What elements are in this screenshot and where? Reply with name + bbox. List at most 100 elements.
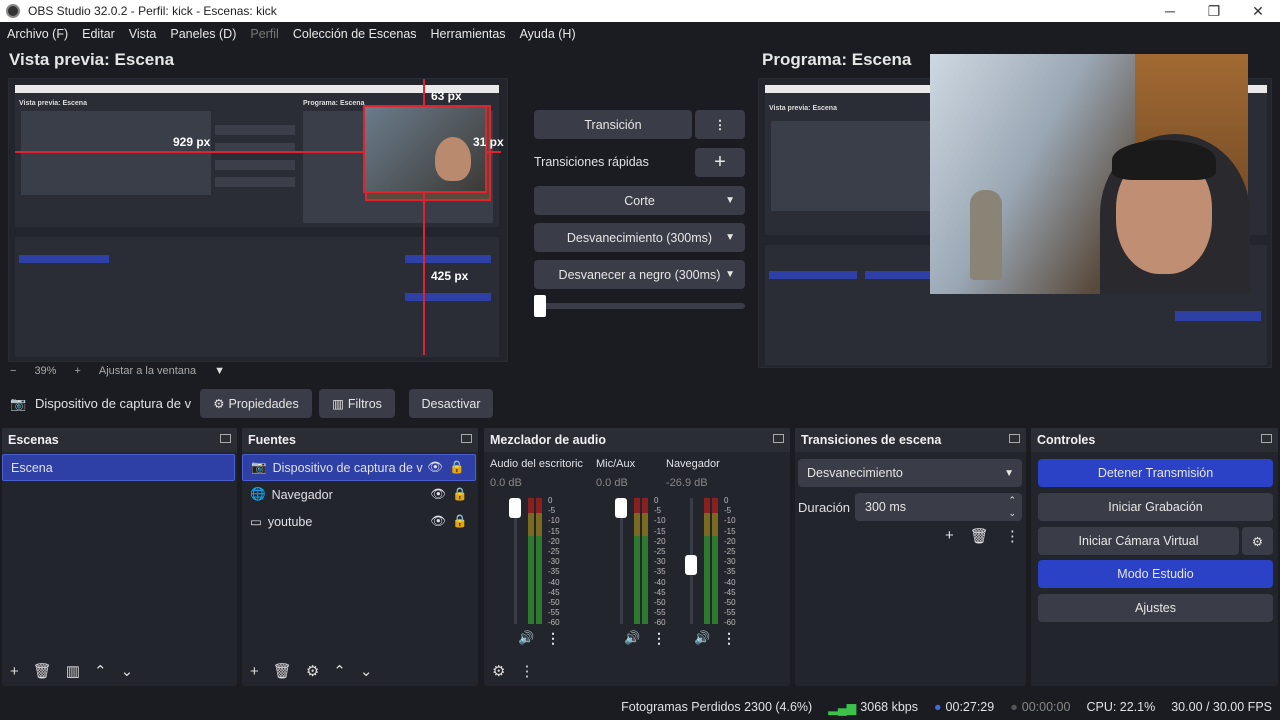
measure-right: 31 px bbox=[473, 135, 504, 149]
quick-transition-2[interactable]: Desvanecer a negro (300ms) ▼ bbox=[534, 260, 745, 289]
transition-select[interactable]: Desvanecimiento ▼ bbox=[798, 459, 1022, 487]
program-title: Programa: Escena bbox=[762, 50, 912, 69]
meter-tick: 0 bbox=[724, 496, 729, 505]
filters-button[interactable]: ▥ Filtros bbox=[319, 389, 395, 418]
undock-icon[interactable] bbox=[220, 434, 231, 443]
undock-icon[interactable] bbox=[1261, 434, 1272, 443]
quick-transition-1[interactable]: Desvanecimiento (300ms) ▼ bbox=[534, 223, 745, 252]
scene-filter-icon[interactable]: ▥ bbox=[66, 662, 80, 680]
volume-slider-handle[interactable] bbox=[615, 498, 627, 518]
menu-paneles[interactable]: Paneles (D) bbox=[170, 27, 236, 41]
meter-tick: -5 bbox=[548, 506, 556, 516]
guide-horizontal-left bbox=[15, 151, 363, 153]
fit-window-dropdown[interactable]: Ajustar a la ventana bbox=[99, 365, 196, 377]
lock-icon[interactable]: 🔒 bbox=[452, 514, 468, 529]
speaker-icon[interactable]: 🔊 bbox=[624, 630, 640, 646]
chevron-down-icon: ▼ bbox=[725, 269, 735, 280]
source-item[interactable]: 🌐 Navegador 👁 🔒 bbox=[242, 481, 478, 508]
meter-tick: -25 bbox=[548, 547, 560, 557]
duration-spinbox[interactable]: 300 ms ⌃ ⌄ bbox=[855, 493, 1022, 521]
menu-ayuda[interactable]: Ayuda (H) bbox=[520, 27, 576, 41]
tbar-slider[interactable] bbox=[534, 295, 745, 317]
source-item[interactable]: ▭ youtube 👁 🔒 bbox=[242, 508, 478, 535]
level-meter-right bbox=[712, 498, 718, 624]
zoom-out-button[interactable]: − bbox=[10, 365, 16, 377]
eye-icon[interactable]: 👁 bbox=[430, 514, 446, 529]
window-title: OBS Studio 32.0.2 - Perfil: kick - Escen… bbox=[28, 4, 277, 18]
studio-mode-button[interactable]: Modo Estudio bbox=[1038, 560, 1273, 588]
tbar-handle[interactable] bbox=[534, 295, 546, 317]
source-item[interactable]: 📷 Dispositivo de captura de v 👁 🔒 bbox=[242, 454, 476, 481]
stop-stream-button[interactable]: Detener Transmisión bbox=[1038, 459, 1273, 487]
advanced-audio-icon[interactable]: ⚙ bbox=[492, 662, 505, 680]
lock-icon[interactable]: 🔒 bbox=[452, 487, 468, 502]
eye-icon[interactable]: 👁 bbox=[430, 487, 446, 502]
arrow-down-icon[interactable]: ⌄ bbox=[360, 662, 373, 680]
measure-bottom: 425 px bbox=[431, 269, 469, 283]
speaker-icon[interactable]: 🔊 bbox=[694, 630, 710, 646]
selected-source-bbox[interactable] bbox=[363, 105, 487, 193]
undock-icon[interactable] bbox=[461, 434, 472, 443]
quick-transitions-label: Transiciones rápidas bbox=[534, 155, 649, 169]
close-icon[interactable]: ✕ bbox=[1236, 3, 1280, 20]
menu-editar[interactable]: Editar bbox=[82, 27, 115, 41]
transition-button[interactable]: Transición bbox=[534, 110, 692, 139]
mixer-dock-header: Mezclador de audio bbox=[484, 428, 790, 452]
eye-icon[interactable]: 👁 bbox=[427, 460, 443, 475]
chevron-down-icon[interactable]: ▼ bbox=[214, 365, 225, 377]
transition-menu-icon[interactable]: ⋮ bbox=[695, 110, 745, 139]
gear-icon[interactable]: ⚙ bbox=[1242, 527, 1273, 555]
arrow-down-icon[interactable]: ⌄ bbox=[121, 662, 134, 680]
trash-icon[interactable]: 🗑 bbox=[33, 662, 52, 680]
chevron-down-icon: ▼ bbox=[725, 232, 735, 243]
preview-title: Vista previa: Escena bbox=[9, 50, 175, 69]
menu-archivo[interactable]: Archivo (F) bbox=[7, 27, 68, 41]
arrow-up-icon[interactable]: ⌃ bbox=[94, 662, 107, 680]
preview-canvas[interactable]: Vista previa: Escena Programa: Escena 63… bbox=[8, 78, 508, 362]
add-icon[interactable]: + bbox=[250, 663, 259, 680]
chevron-down-icon: ▼ bbox=[1004, 467, 1014, 479]
virtual-cam-button[interactable]: Iniciar Cámara Virtual bbox=[1038, 527, 1239, 555]
deactivate-button[interactable]: Desactivar bbox=[409, 389, 493, 418]
trash-icon[interactable]: 🗑 bbox=[970, 527, 989, 545]
volume-slider-handle[interactable] bbox=[509, 498, 521, 518]
add-icon[interactable]: + bbox=[945, 527, 954, 545]
scene-item[interactable]: Escena bbox=[2, 454, 235, 481]
add-quick-transition-button[interactable]: + bbox=[695, 148, 745, 177]
zoom-in-button[interactable]: + bbox=[74, 365, 80, 377]
source-toolbar: 📷 Dispositivo de captura de v ⚙ Propiedad… bbox=[0, 388, 1280, 420]
channel-db: 0.0 dB bbox=[596, 477, 628, 489]
undock-icon[interactable] bbox=[1009, 434, 1020, 443]
menu-vista[interactable]: Vista bbox=[129, 27, 157, 41]
start-record-button[interactable]: Iniciar Grabación bbox=[1038, 493, 1273, 521]
quick-transition-0[interactable]: Corte ▼ bbox=[534, 186, 745, 215]
selected-source-name: Dispositivo de captura de v bbox=[35, 396, 192, 411]
menu-dots-icon[interactable]: ⋮ bbox=[722, 630, 736, 647]
lock-icon[interactable]: 🔒 bbox=[449, 460, 465, 475]
minimize-icon[interactable]: ─ bbox=[1148, 3, 1192, 20]
menu-dots-icon[interactable]: ⋮ bbox=[519, 662, 534, 680]
meter-tick: -50 bbox=[548, 598, 560, 608]
speaker-icon[interactable]: 🔊 bbox=[518, 630, 534, 646]
level-meter-left bbox=[634, 498, 640, 624]
properties-button[interactable]: ⚙ Propiedades bbox=[200, 389, 312, 418]
transition-tools: + 🗑 ⋮ bbox=[945, 527, 1020, 545]
undock-icon[interactable] bbox=[773, 434, 784, 443]
gear-icon[interactable]: ⚙ bbox=[306, 662, 319, 680]
arrow-up-icon[interactable]: ⌃ bbox=[333, 662, 346, 680]
menu-perfil[interactable]: Perfil bbox=[250, 27, 278, 41]
add-icon[interactable]: + bbox=[10, 663, 19, 680]
meter-tick: -10 bbox=[724, 516, 736, 526]
menu-coleccion[interactable]: Colección de Escenas bbox=[293, 27, 417, 41]
mixer-channel: Navegador -26.9 dB 0 -5 -10 -15 -20 -25 -30 -35 -4… bbox=[664, 458, 764, 658]
settings-button[interactable]: Ajustes bbox=[1038, 594, 1273, 622]
menu-dots-icon[interactable]: ⋮ bbox=[1005, 527, 1020, 545]
meter-tick: -60 bbox=[548, 618, 560, 628]
volume-slider-handle[interactable] bbox=[685, 555, 697, 575]
menu-dots-icon[interactable]: ⋮ bbox=[546, 630, 560, 647]
meter-tick: -30 bbox=[724, 557, 736, 567]
trash-icon[interactable]: 🗑 bbox=[273, 662, 292, 680]
meter-tick: -5 bbox=[724, 506, 732, 516]
menu-herramientas[interactable]: Herramientas bbox=[431, 27, 506, 41]
maximize-icon[interactable]: ❐ bbox=[1192, 3, 1236, 20]
